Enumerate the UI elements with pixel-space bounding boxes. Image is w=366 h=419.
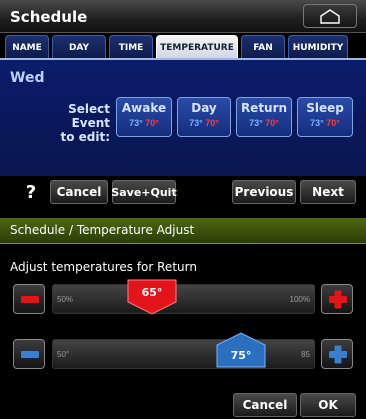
cool-setpoint-value: 75° bbox=[231, 349, 252, 362]
adjust-subtitle: Adjust temperatures for Return bbox=[10, 260, 197, 274]
minus-icon bbox=[21, 296, 39, 303]
schedule-tabs: NAME DAY TIME TEMPERATURE FAN HUMIDITY bbox=[0, 35, 366, 59]
heat-setpoint-marker[interactable]: 65° bbox=[126, 278, 178, 316]
plus-icon bbox=[329, 345, 347, 364]
cool-decrease-button[interactable] bbox=[13, 339, 45, 369]
heat-min-label: 50% bbox=[57, 295, 74, 304]
adjust-cancel-button[interactable]: Cancel bbox=[233, 393, 297, 417]
home-outline-icon bbox=[320, 9, 340, 24]
event-button-awake[interactable]: Awake 73° 70° bbox=[116, 97, 172, 137]
tab-time[interactable]: TIME bbox=[109, 35, 153, 59]
adjust-titlebar: Schedule / Temperature Adjust bbox=[0, 218, 366, 244]
cool-min-label: 50° bbox=[57, 350, 70, 359]
event-button-day[interactable]: Day 73° 70° bbox=[177, 97, 231, 137]
schedule-bottom-bar: ? Cancel Save+Quit Previous Next bbox=[0, 180, 366, 206]
cool-increase-button[interactable] bbox=[321, 339, 353, 369]
adjust-title: Schedule / Temperature Adjust bbox=[10, 223, 195, 237]
tab-fan[interactable]: FAN bbox=[241, 35, 285, 59]
help-button[interactable]: ? bbox=[16, 180, 46, 204]
cool-setpoint-marker[interactable]: 75° bbox=[215, 331, 267, 369]
schedule-title: Schedule bbox=[10, 8, 88, 26]
cool-slider-track[interactable]: 50° 85 bbox=[52, 339, 315, 369]
select-event-label: Select Event to edit: bbox=[60, 102, 110, 144]
tab-name[interactable]: NAME bbox=[5, 35, 49, 59]
cool-max-label: 85 bbox=[301, 350, 310, 359]
tab-day[interactable]: DAY bbox=[52, 35, 106, 59]
tab-humidity[interactable]: HUMIDITY bbox=[288, 35, 348, 59]
schedule-screen: Schedule NAME DAY TIME TEMPERATURE FAN H… bbox=[0, 0, 366, 206]
minus-icon bbox=[21, 351, 39, 358]
adjust-ok-button[interactable]: OK bbox=[300, 393, 356, 417]
home-button[interactable] bbox=[303, 4, 357, 28]
event-button-return[interactable]: Return 73° 70° bbox=[236, 97, 292, 137]
schedule-titlebar: Schedule bbox=[0, 0, 366, 33]
heat-setpoint-value: 65° bbox=[142, 286, 163, 299]
heat-decrease-button[interactable] bbox=[13, 284, 45, 314]
cancel-button[interactable]: Cancel bbox=[50, 180, 108, 204]
adjust-bottom-bar: Cancel OK bbox=[0, 393, 366, 419]
temperature-adjust-screen: Schedule / Temperature Adjust Adjust tem… bbox=[0, 218, 366, 419]
previous-button[interactable]: Previous bbox=[232, 180, 296, 204]
event-button-sleep[interactable]: Sleep 73° 70° bbox=[297, 97, 353, 137]
heat-increase-button[interactable] bbox=[321, 284, 353, 314]
plus-icon bbox=[329, 290, 347, 309]
tab-temperature[interactable]: TEMPERATURE bbox=[156, 35, 238, 59]
heat-max-label: 100% bbox=[289, 295, 310, 304]
day-label: Wed bbox=[10, 70, 45, 86]
heat-slider-track[interactable]: 50% 100% bbox=[52, 284, 315, 314]
next-button[interactable]: Next bbox=[300, 180, 356, 204]
save-quit-button[interactable]: Save+Quit bbox=[111, 180, 177, 204]
schedule-event-panel: Wed Select Event to edit: Awake 73° 70° … bbox=[0, 58, 366, 176]
